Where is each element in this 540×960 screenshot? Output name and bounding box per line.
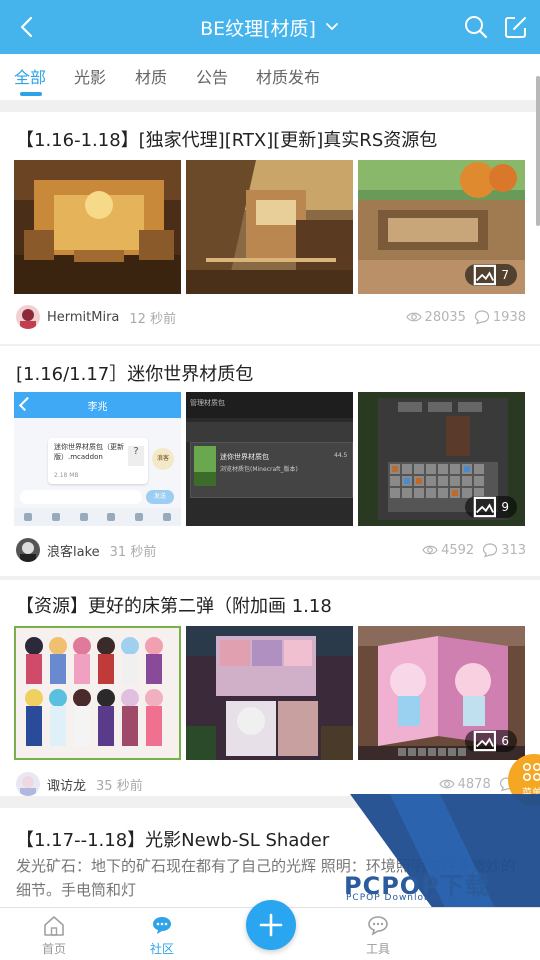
image-icon (473, 264, 496, 286)
post-card[interactable]: 【资源】更好的床第二弹（附加画 1.18 6 诹访龙 35 秒前 4878 (0, 580, 540, 796)
view-count: 28035 (424, 309, 466, 325)
view-count: 4878 (457, 776, 491, 792)
post-stats: 4592 313 (414, 538, 526, 562)
image-count-badge: 6 (464, 730, 517, 752)
app-top-text: 管理材质包 (190, 399, 225, 407)
add-post-button[interactable] (246, 900, 296, 950)
watermark-subtitle: PCPOP Download (346, 893, 438, 903)
chat-file-name: 迷你世界材质包（更新版）.mcaddon (54, 443, 124, 461)
author-name[interactable]: 诹访龙 (47, 775, 86, 794)
avatar[interactable] (16, 772, 40, 796)
divider (0, 796, 540, 808)
image-icon (473, 730, 496, 752)
post-time: 12 秒前 (129, 311, 177, 327)
nav-community-label: 社区 (149, 942, 174, 956)
image-count-badge: 7 (464, 264, 517, 286)
app-pack-sub: 浏览材质包(Minecraft_版本) (220, 466, 298, 473)
post-title[interactable]: [1.16/1.17］迷你世界材质包 (16, 360, 253, 386)
tab-all[interactable]: 全部 (14, 64, 46, 88)
image-count: 6 (501, 734, 509, 748)
post-time: 35 秒前 (96, 778, 143, 794)
post-image[interactable] (186, 626, 353, 760)
title-wrap[interactable]: BE纹理[材质] (0, 0, 540, 54)
nav-home-label: 首页 (41, 942, 66, 956)
nav-tools[interactable]: 工具 (338, 908, 418, 960)
comment-count: 1938 (492, 309, 526, 325)
post-title[interactable]: 【1.17--1.18】光影Newb-SL Shader (16, 826, 329, 852)
comment-count: 313 (501, 542, 526, 558)
post-meta: HermitMira 12 秒前 28035 1938 (16, 305, 526, 329)
eye-icon (438, 779, 455, 789)
nav-tools-label: 工具 (365, 942, 390, 956)
comment-icon (474, 310, 490, 325)
post-image[interactable] (186, 160, 353, 294)
post-time: 31 秒前 (109, 544, 157, 560)
app-version: 44.5 (334, 452, 348, 459)
chat-avatar: 浪客 (152, 448, 174, 470)
chat-header: 李兆 (87, 402, 108, 413)
chat-file-size: 2.18 MB (54, 472, 79, 479)
category-tabs: 全部 光影 材质 公告 材质发布 (0, 54, 540, 100)
send-button: 发送 (146, 490, 174, 504)
scrollbar[interactable] (536, 76, 540, 226)
post-image[interactable]: 管理材质包 迷你世界材质包 浏览材质包(Minecraft_版本) 44.5 (186, 392, 353, 526)
community-icon (153, 917, 171, 934)
avatar[interactable] (16, 538, 40, 562)
search-icon[interactable] (462, 13, 490, 41)
chevron-down-icon[interactable] (324, 19, 340, 35)
image-count-badge: 9 (464, 496, 517, 518)
avatar[interactable] (16, 305, 40, 329)
tab-underline (20, 92, 42, 96)
post-images: 7 (14, 160, 526, 294)
eye-icon (422, 545, 438, 555)
app-pack-name: 迷你世界材质包 (220, 453, 269, 461)
comment-icon (483, 543, 498, 558)
app-header: BE纹理[材质] (0, 0, 540, 54)
nav-community[interactable]: 社区 (122, 908, 202, 960)
image-icon (473, 496, 496, 518)
tools-icon (368, 916, 388, 936)
post-image[interactable] (14, 160, 181, 294)
post-card[interactable]: [1.16/1.17］迷你世界材质包 李兆 迷你世界材质包（更新版）.mcadd… (0, 346, 540, 576)
page-title[interactable]: BE纹理[材质] (200, 14, 316, 41)
nav-home[interactable]: 首页 (14, 908, 94, 960)
home-icon (44, 916, 64, 936)
grid-icon (522, 762, 540, 782)
tab-notice[interactable]: 公告 (196, 64, 228, 88)
post-image[interactable] (14, 626, 181, 760)
post-image[interactable]: 6 (358, 626, 525, 760)
tab-texture[interactable]: 材质 (135, 64, 167, 88)
image-count: 9 (501, 500, 509, 514)
post-meta: 诹访龙 35 秒前 4878 9 (16, 772, 526, 796)
post-title[interactable]: 【1.16-1.18】[独家代理][RTX][更新]真实RS资源包 (16, 126, 437, 152)
view-count: 4592 (441, 542, 475, 558)
menu-label: 菜单 (522, 788, 540, 799)
divider (0, 100, 540, 112)
tab-shader[interactable]: 光影 (74, 64, 106, 88)
author-name[interactable]: HermitMira (47, 310, 119, 325)
post-images: 李兆 迷你世界材质包（更新版）.mcaddon 2.18 MB ? 浪客 发送 … (14, 392, 526, 526)
post-title[interactable]: 【资源】更好的床第二弹（附加画 1.18 (16, 592, 332, 618)
edit-icon[interactable] (502, 13, 530, 41)
author-name[interactable]: 浪客lake (47, 541, 100, 560)
post-image[interactable]: 7 (358, 160, 525, 294)
image-count: 7 (501, 268, 509, 282)
post-image[interactable]: 李兆 迷你世界材质包（更新版）.mcaddon 2.18 MB ? 浪客 发送 (14, 392, 181, 526)
post-stats: 28035 1938 (398, 305, 526, 329)
eye-icon (405, 312, 422, 322)
plus-icon (259, 913, 283, 937)
post-images: 6 (14, 626, 526, 760)
post-image[interactable]: 9 (358, 392, 525, 526)
post-card[interactable]: 【1.16-1.18】[独家代理][RTX][更新]真实RS资源包 7 Herm… (0, 112, 540, 344)
post-meta: 浪客lake 31 秒前 4592 313 (16, 538, 526, 562)
tab-texture-publish[interactable]: 材质发布 (256, 64, 320, 88)
